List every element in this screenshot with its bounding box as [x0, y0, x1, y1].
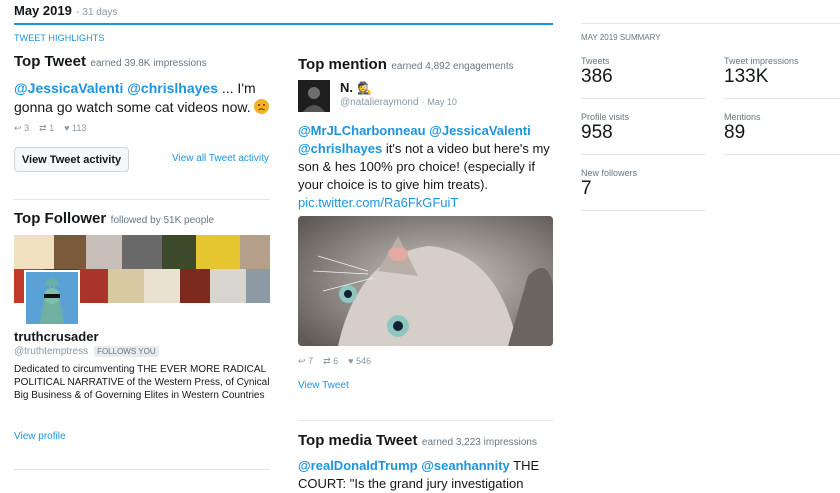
cat-photo[interactable] [298, 216, 553, 346]
metric-label: Tweets [581, 56, 610, 66]
top-mention-header: Top mention earned 4,892 engagements [298, 56, 514, 74]
top-tweet-text: @JessicaValenti @chrislhayes ... I'm gon… [14, 79, 270, 117]
metric-impressions: Tweet impressions 133K [724, 56, 799, 88]
divider [14, 469, 270, 470]
follower-name[interactable]: truthcrusader [14, 329, 99, 344]
top-follower-title: Top Follower [14, 210, 107, 227]
top-media-text: @realDonaldTrump @seanhannity THE COURT:… [298, 458, 540, 491]
top-follower-header: Top Follower followed by 51K people [14, 210, 214, 228]
mention-link[interactable]: @realDonaldTrump [298, 458, 418, 473]
top-follower-subtitle: followed by 51K people [110, 215, 215, 226]
divider [724, 154, 840, 155]
divider [581, 154, 705, 155]
heart-icon: ♥ [64, 123, 70, 133]
view-profile-link[interactable]: View profile [14, 431, 66, 442]
avatar[interactable] [24, 270, 80, 326]
follows-you-badge: FOLLOWS YOU [94, 346, 159, 357]
mention-handle-row: @natalieraymond · May 10 [340, 97, 457, 108]
view-all-tweet-activity-link[interactable]: View all Tweet activity [172, 153, 269, 164]
metric-value: 89 [724, 122, 746, 143]
reply-stat: ↩ 7 [298, 356, 314, 366]
summary-top-rule [581, 23, 840, 24]
metric-label: Mentions [724, 112, 761, 122]
divider [581, 210, 705, 211]
metric-value: 386 [581, 66, 613, 87]
mention-link[interactable]: @chrislhayes [127, 80, 218, 96]
top-mention-title: Top mention [298, 56, 387, 73]
retweet-icon: ⇄ [323, 356, 331, 366]
divider [581, 98, 705, 99]
metric-new-followers: New followers 7 [581, 168, 637, 200]
divider [298, 420, 553, 421]
top-mention-text: @MrJLCharbonneau @JessicaValenti @chrisl… [298, 123, 550, 210]
follower-bio: Dedicated to circumventing THE EVER MORE… [14, 364, 270, 401]
reply-icon: ↩ [14, 123, 22, 133]
metric-label: Profile visits [581, 112, 630, 122]
detective-icon: 🕵 [357, 80, 372, 95]
summary-heading: MAY 2019 SUMMARY [581, 33, 661, 42]
page-header: May 2019 - 31 days [14, 3, 118, 18]
metric-value: 133K [724, 66, 769, 87]
metric-value: 958 [581, 122, 613, 143]
top-mention-stats: ↩ 7 ⇄ 6 ♥ 546 [298, 356, 371, 367]
month-days: 31 days [82, 7, 118, 18]
metric-profile-visits: Profile visits 958 [581, 112, 629, 144]
top-media-subtitle: earned 3,223 impressions [421, 437, 537, 448]
metric-label: Tweet impressions [724, 56, 799, 66]
month-title: May 2019 [14, 3, 72, 18]
metric-mentions: Mentions 89 [724, 112, 761, 144]
mention-link[interactable]: @JessicaValenti [14, 80, 123, 96]
highlights-accent-bar [14, 23, 553, 25]
disappointed-face-emoji-icon [254, 99, 270, 114]
top-mention-subtitle: earned 4,892 engagements [391, 61, 514, 72]
highlights-heading: TWEET HIGHLIGHTS [14, 33, 105, 43]
divider [14, 199, 270, 200]
metric-label: New followers [581, 168, 638, 178]
top-tweet-title: Top Tweet [14, 53, 86, 70]
reply-icon: ↩ [298, 356, 306, 366]
retweet-stat: ⇄ 6 [323, 356, 339, 366]
divider [724, 98, 840, 99]
top-tweet-header: Top Tweet earned 39.8K impressions [14, 53, 207, 71]
reply-stat: ↩ 3 [14, 123, 30, 133]
mention-avatar[interactable] [298, 80, 330, 112]
retweet-icon: ⇄ [39, 123, 47, 133]
like-stat: ♥ 113 [64, 123, 87, 133]
view-tweet-link[interactable]: View Tweet [298, 380, 349, 391]
mention-name-row: N. 🕵 [340, 80, 372, 95]
retweet-stat: ⇄ 1 [39, 123, 55, 133]
top-tweet-subtitle: earned 39.8K impressions [90, 58, 207, 69]
follower-handle-row: @truthtemptress FOLLOWS YOU [14, 346, 159, 357]
metric-tweets: Tweets 386 [581, 56, 613, 88]
mention-link[interactable]: @chrislhayes [298, 141, 382, 156]
mention-link[interactable]: @seanhannity [421, 458, 510, 473]
mention-link[interactable]: @MrJLCharbonneau [298, 123, 426, 138]
top-tweet-stats: ↩ 3 ⇄ 1 ♥ 113 [14, 123, 86, 134]
top-media-header: Top media Tweet earned 3,223 impressions [298, 432, 537, 450]
mention-author-handle: @natalieraymond [340, 97, 419, 108]
follower-handle: @truthtemptress [14, 346, 89, 357]
mention-link[interactable]: @JessicaValenti [429, 123, 531, 138]
mention-author-name[interactable]: N. [340, 80, 353, 95]
heart-icon: ♥ [348, 356, 354, 366]
pic-link[interactable]: pic.twitter.com/Ra6FkGFuiT [298, 195, 458, 210]
top-media-title: Top media Tweet [298, 432, 418, 449]
view-tweet-activity-button[interactable]: View Tweet activity [14, 147, 129, 172]
like-stat: ♥ 546 [348, 356, 372, 366]
metric-value: 7 [581, 178, 592, 199]
mention-date: May 10 [427, 97, 457, 107]
